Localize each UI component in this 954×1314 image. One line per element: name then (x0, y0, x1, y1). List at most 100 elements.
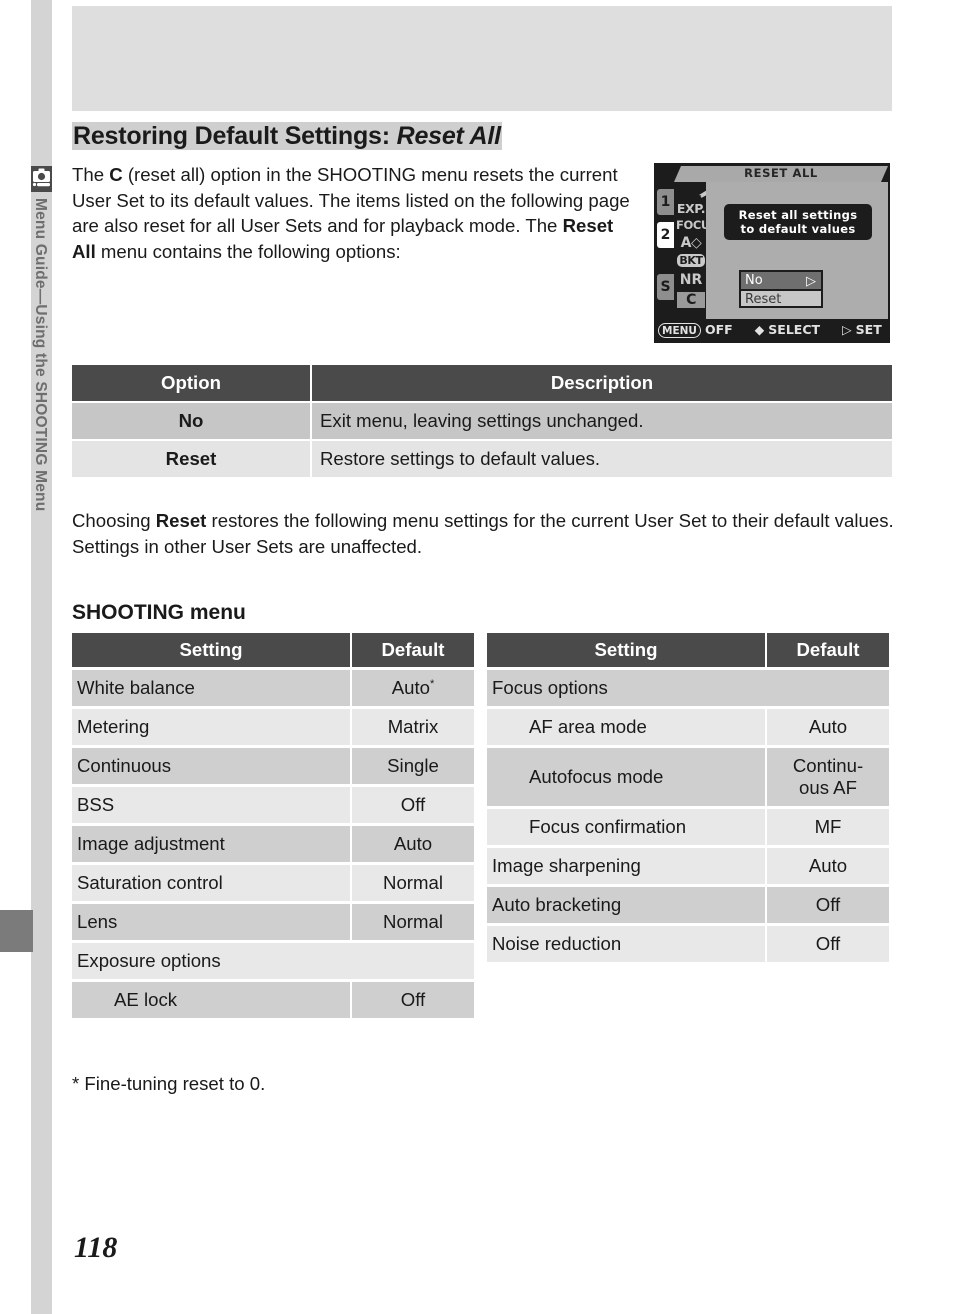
intro-part1: The (72, 164, 110, 185)
lcd-footer-off: OFF (704, 322, 733, 337)
col-header-description: Description (312, 365, 892, 401)
setting-ae-lock: AE lock (72, 979, 352, 1018)
default-ae-lock: Off (352, 979, 474, 1018)
description-reset: Restore settings to default values. (312, 439, 892, 477)
lcd-icon-exp[interactable]: EXP. (676, 201, 706, 216)
table-row: Lens Normal (72, 901, 474, 940)
default-white-balance: Auto* (352, 667, 474, 706)
intro-part3: menu contains the following options: (95, 240, 401, 262)
lcd-sidebar: 1 2 S EXP. FOCUS A◇ BKT NR C (656, 182, 722, 319)
table-row: Noise reduction Off (487, 923, 889, 962)
setting-focus-confirmation: Focus confirmation (487, 806, 767, 845)
lcd-icon-a-diamond[interactable]: A◇ (676, 235, 706, 251)
table-header-row: Setting Default (487, 633, 889, 667)
sidebar-label: Menu Guide—Using the SHOOTING Menu (31, 196, 52, 656)
intro-paragraph: The C (reset all) option in the SHOOTING… (72, 162, 640, 264)
lcd-tab-s[interactable]: S (657, 274, 674, 300)
table-row: Focus options (487, 667, 889, 706)
lcd-choice-list: No ▷ Reset (739, 270, 823, 308)
page-title-italic: Reset All (396, 122, 501, 150)
intro-bold-c: C (109, 164, 123, 185)
setting-metering: Metering (72, 706, 352, 745)
default-autofocus-mode: Continu- ous AF (767, 745, 889, 806)
lcd-body: 1 2 S EXP. FOCUS A◇ BKT NR C Reset all s… (656, 182, 888, 319)
lcd-title-bar: RESET ALL (656, 165, 888, 182)
table-row: AF area mode Auto (487, 706, 889, 745)
lcd-tab-2[interactable]: 2 (657, 222, 674, 248)
setting-auto-bracketing: Auto bracketing (487, 884, 767, 923)
table-row: No Exit menu, leaving settings unchanged… (72, 401, 892, 439)
sidebar-label-text: Menu Guide—Using the SHOOTING Menu (32, 198, 49, 512)
setting-saturation-control: Saturation control (72, 862, 352, 901)
lcd-icon-focus[interactable]: FOCUS (676, 218, 718, 232)
camera-icon (31, 166, 52, 192)
table-row: Autofocus mode Continu- ous AF (487, 745, 889, 806)
description-no: Exit menu, leaving settings unchanged. (312, 401, 892, 439)
lcd-choice-no-label: No (745, 273, 763, 288)
table-row: Continuous Single (72, 745, 474, 784)
default-image-adjustment: Auto (352, 823, 474, 862)
setting-continuous: Continuous (72, 745, 352, 784)
lcd-icon-bkt[interactable]: BKT (676, 254, 706, 267)
intro-part2: (reset all) option in the SHOOTING menu … (72, 164, 630, 236)
setting-image-adjustment: Image adjustment (72, 823, 352, 862)
setting-lens: Lens (72, 901, 352, 940)
table-row: Image sharpening Auto (487, 845, 889, 884)
top-placeholder-box (72, 6, 892, 111)
lcd-footer-select: SELECT (768, 322, 821, 337)
lcd-message-line1: Reset all settings (738, 208, 858, 222)
lcd-choice-reset[interactable]: Reset (741, 289, 821, 307)
default-lens: Normal (352, 901, 474, 940)
setting-autofocus-mode: Autofocus mode (487, 745, 767, 806)
default-continuous: Single (352, 745, 474, 784)
page-title-main: Restoring Default Settings: (73, 122, 397, 150)
default-focus-confirmation: MF (767, 806, 889, 845)
col-header-setting-left: Setting (72, 633, 352, 667)
table-row: Focus confirmation MF (487, 806, 889, 845)
default-af-area-mode: Auto (767, 706, 889, 745)
table-header-row: Setting Default (72, 633, 474, 667)
col-header-setting-right: Setting (487, 633, 767, 667)
table-header-row: Option Description (72, 365, 892, 401)
choose-bold-reset: Reset (155, 510, 207, 531)
lcd-footer-set: SET (855, 322, 882, 337)
default-image-sharpening: Auto (767, 845, 889, 884)
choose-part1: Choosing (72, 510, 156, 531)
lcd-message: Reset all settings to default values (724, 204, 872, 240)
col-header-default-left: Default (352, 633, 474, 667)
col-header-option: Option (72, 365, 312, 401)
options-table: Option Description No Exit menu, leaving… (72, 365, 892, 477)
table-row: BSS Off (72, 784, 474, 823)
option-no: No (72, 401, 312, 439)
table-row: White balance Auto* (72, 667, 474, 706)
lcd-icon-c[interactable]: C (677, 292, 705, 308)
col-header-default-right: Default (767, 633, 889, 667)
setting-bss: BSS (72, 784, 352, 823)
updown-arrow-icon: ◆ (754, 322, 765, 337)
lcd-tab-1[interactable]: 1 (657, 189, 674, 215)
setting-image-sharpening: Image sharpening (487, 845, 767, 884)
camera-lcd-screen: RESET ALL 1 2 S EXP. FOCUS A◇ BKT NR C R… (654, 163, 890, 343)
lcd-choice-no[interactable]: No ▷ (741, 272, 821, 289)
lcd-title-text: RESET ALL (744, 166, 818, 180)
table-row: Saturation control Normal (72, 862, 474, 901)
menu-button-icon[interactable]: MENU (658, 322, 701, 338)
document-page: Menu Guide—Using the SHOOTING Menu Resto… (0, 0, 954, 1314)
default-bss: Off (352, 784, 474, 823)
table-row: AE lock Off (72, 979, 474, 1018)
table-row: Metering Matrix (72, 706, 474, 745)
default-saturation-control: Normal (352, 862, 474, 901)
right-arrow-icon: ▷ (806, 274, 816, 289)
default-noise-reduction: Off (767, 923, 889, 962)
lcd-main-area: Reset all settings to default values No … (706, 182, 888, 319)
default-metering: Matrix (352, 706, 474, 745)
lcd-icon-nr[interactable]: NR (676, 272, 706, 288)
table-row: Auto bracketing Off (487, 884, 889, 923)
table-row: Image adjustment Auto (72, 823, 474, 862)
lcd-icon-column: EXP. FOCUS A◇ BKT NR C (676, 182, 722, 319)
setting-exposure-options: Exposure options (72, 940, 474, 979)
option-reset: Reset (72, 439, 312, 477)
default-auto-bracketing: Off (767, 884, 889, 923)
table-row: Exposure options (72, 940, 474, 979)
page-number: 118 (74, 1231, 118, 1264)
